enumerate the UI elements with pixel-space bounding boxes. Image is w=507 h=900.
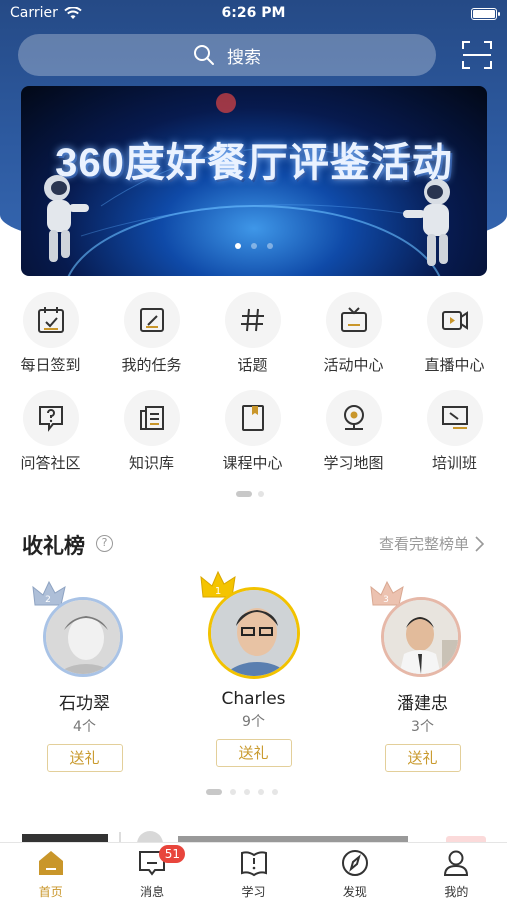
tab-label: 消息	[140, 885, 165, 899]
grid-item-activities[interactable]: 活动中心	[303, 292, 404, 375]
chevron-right-icon	[475, 535, 484, 552]
grid-label: 每日签到	[20, 356, 81, 374]
grid-label: 话题	[237, 356, 268, 374]
send-gift-button[interactable]: 送礼	[46, 744, 123, 772]
banner-page-dots	[21, 243, 487, 249]
grid-label: 活动中心	[323, 356, 384, 374]
scan-button[interactable]	[460, 38, 494, 72]
user-photo-image	[210, 590, 297, 676]
question-icon	[38, 406, 63, 432]
grid-item-live[interactable]: 直播中心	[404, 292, 505, 375]
user-photo-image	[45, 600, 120, 674]
tab-home[interactable]: 首页	[0, 843, 101, 900]
view-full-board-link[interactable]: 查看完整榜单	[379, 533, 484, 554]
hashtag-icon	[240, 308, 264, 332]
rank-name: 潘建忠	[397, 694, 448, 714]
grid-label: 问答社区	[20, 454, 81, 472]
svg-text:3: 3	[383, 595, 389, 605]
rank-name: 石功翠	[59, 694, 110, 714]
tab-label: 学习	[241, 885, 266, 899]
rank-count: 4个	[73, 719, 96, 735]
rank-page-indicator	[206, 789, 278, 795]
battery-icon	[471, 8, 500, 20]
avatar	[380, 597, 461, 677]
gift-board-header: 收礼榜 ? 查看完整榜单	[22, 528, 488, 558]
compass-icon	[341, 850, 368, 876]
task-edit-icon	[139, 308, 164, 332]
search-placeholder: 搜索	[227, 47, 261, 68]
unread-badge: 51	[159, 845, 186, 863]
map-pin-icon	[343, 405, 364, 430]
profile-icon	[444, 850, 469, 876]
grid-label: 知识库	[128, 454, 174, 472]
grid-item-tasks[interactable]: 我的任务	[101, 292, 202, 375]
banner-dot[interactable]	[235, 243, 241, 249]
tab-label: 发现	[342, 885, 367, 899]
tab-messages[interactable]: 51 消息	[101, 843, 202, 900]
send-gift-button[interactable]: 送礼	[384, 744, 461, 772]
study-book-icon	[240, 851, 267, 877]
tab-label: 我的	[444, 885, 469, 899]
help-icon[interactable]: ?	[96, 535, 113, 552]
grid-item-checkin[interactable]: 每日签到	[0, 292, 101, 375]
grid-label: 学习地图	[323, 454, 384, 472]
view-full-board-label: 查看完整榜单	[378, 535, 469, 553]
grid-label: 直播中心	[424, 356, 485, 374]
avatar	[207, 587, 300, 679]
grid-page-indicator	[236, 491, 264, 497]
send-gift-button[interactable]: 送礼	[215, 739, 292, 767]
rank-count: 3个	[411, 719, 434, 735]
user-photo-image	[383, 600, 458, 674]
bottom-tab-bar: 首页 51 消息 学习 发现 我的	[0, 842, 507, 900]
grid-label: 我的任务	[121, 356, 182, 374]
course-book-icon	[241, 405, 264, 431]
clock: 6:26 PM	[221, 5, 286, 21]
calendar-check-icon	[37, 307, 64, 333]
search-bar[interactable]: 搜索	[18, 34, 436, 76]
rank-card-1[interactable]: 1 Charles 9个 送礼	[169, 570, 338, 767]
book-icon	[139, 406, 164, 430]
tab-label: 首页	[38, 885, 63, 899]
avatar	[42, 597, 123, 677]
banner-dot[interactable]	[267, 243, 273, 249]
rank-card-2[interactable]: 2 石功翠 4个 送礼	[0, 575, 169, 772]
grid-item-knowledge[interactable]: 知识库	[101, 390, 202, 473]
grid-label: 培训班	[431, 454, 477, 472]
grid-item-training[interactable]: 培训班	[404, 390, 505, 473]
promo-banner[interactable]: 360度好餐厅评鉴活动	[21, 86, 487, 276]
tab-discover[interactable]: 发现	[304, 843, 405, 900]
search-icon	[194, 45, 214, 65]
tab-profile[interactable]: 我的	[406, 843, 507, 900]
video-camera-icon	[441, 311, 468, 330]
grid-item-learning-map[interactable]: 学习地图	[303, 390, 404, 473]
rank-card-3[interactable]: 3 潘建忠 3个 送礼	[338, 575, 507, 772]
grid-item-topics[interactable]: 话题	[202, 292, 303, 375]
tab-study[interactable]: 学习	[203, 843, 304, 900]
tv-icon	[340, 307, 367, 332]
astronaut-right-image	[403, 179, 450, 266]
gift-board-title: 收礼榜	[22, 534, 85, 558]
svg-text:2: 2	[45, 595, 51, 605]
scan-icon	[462, 41, 492, 69]
presentation-icon	[441, 406, 468, 429]
astronaut-left-image	[44, 175, 89, 262]
grid-label: 课程中心	[222, 454, 283, 472]
rank-name: Charles	[221, 689, 286, 709]
grid-item-qa[interactable]: 问答社区	[0, 390, 101, 473]
grid-item-courses[interactable]: 课程中心	[202, 390, 303, 473]
svg-text:1: 1	[214, 586, 220, 597]
banner-dot[interactable]	[251, 243, 257, 249]
rank-count: 9个	[242, 714, 265, 730]
status-bar: Carrier 6:26 PM	[0, 0, 507, 28]
home-icon	[38, 851, 63, 875]
